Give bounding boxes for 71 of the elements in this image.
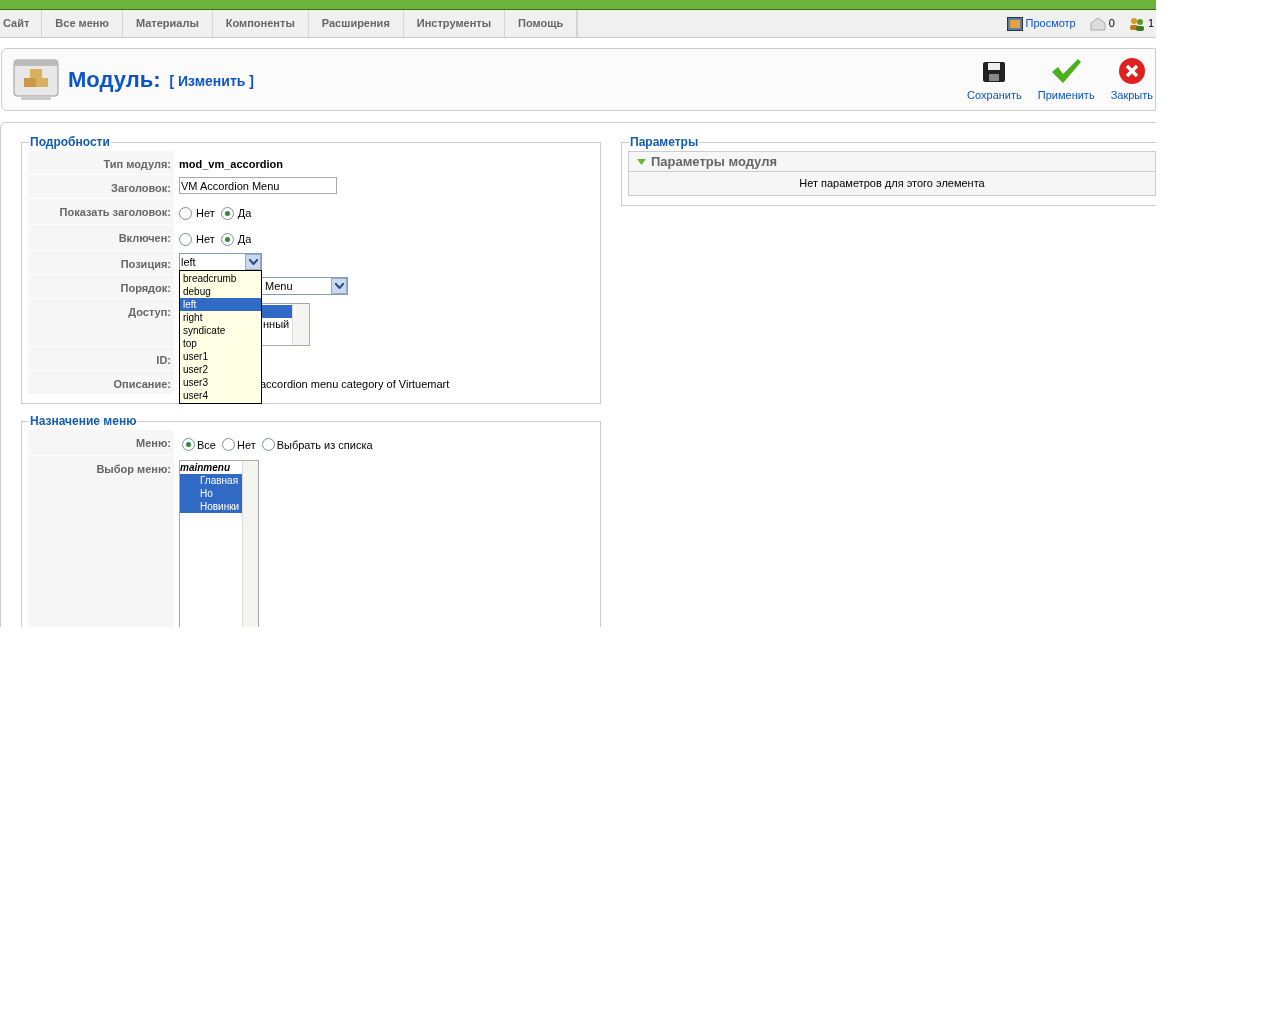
radio-label: Нет bbox=[196, 206, 215, 221]
field-label: Выбор меню: bbox=[96, 462, 171, 477]
dropdown-option[interactable]: user3 bbox=[180, 376, 261, 389]
field-label: Описание: bbox=[113, 377, 171, 392]
radio-button[interactable] bbox=[179, 232, 192, 246]
menu-item[interactable]: Компоненты bbox=[212, 10, 309, 37]
menu-item[interactable]: Помощь bbox=[505, 10, 578, 37]
dropdown-option[interactable]: top bbox=[180, 337, 261, 350]
page-title: Модуль: bbox=[68, 66, 161, 94]
dropdown-option[interactable]: right bbox=[180, 311, 261, 324]
scroll-bar[interactable] bbox=[292, 304, 309, 345]
radio-button[interactable] bbox=[220, 206, 234, 220]
section-legend: Параметры bbox=[629, 133, 700, 151]
radio-label: Все bbox=[197, 437, 216, 453]
field-label: Тип модуля: bbox=[103, 157, 171, 172]
field-label: Меню: bbox=[136, 436, 171, 451]
radio-label: Да bbox=[237, 232, 252, 247]
dropdown-option[interactable]: syndicate bbox=[180, 324, 261, 337]
toolbar-button[interactable]: Сохранить bbox=[965, 58, 1024, 110]
position-select[interactable]: left bbox=[179, 253, 262, 271]
dropdown-option[interactable]: user4 bbox=[180, 389, 261, 402]
header-link[interactable]: 1 bbox=[1147, 15, 1154, 32]
menu-item[interactable]: Расширения bbox=[308, 10, 404, 37]
picture-frame-icon bbox=[1006, 16, 1023, 31]
radio-label: Да bbox=[237, 206, 252, 221]
field-label: Порядок: bbox=[120, 281, 171, 296]
close-icon bbox=[1117, 56, 1146, 85]
radio-button[interactable] bbox=[220, 232, 234, 246]
menu-item[interactable]: Все меню bbox=[42, 10, 123, 37]
field-label: Заголовок: bbox=[111, 181, 171, 196]
radio-button[interactable] bbox=[182, 437, 195, 451]
radio-button[interactable] bbox=[221, 437, 235, 451]
toolbar-button[interactable]: Закрыть bbox=[1108, 56, 1155, 110]
listbox-option[interactable]: Новинки bbox=[180, 500, 242, 513]
field-value: mod_vm_accordion bbox=[179, 157, 283, 172]
field-label: Показать заголовок: bbox=[59, 205, 171, 220]
checkmark-icon bbox=[1050, 56, 1083, 85]
dropdown-option[interactable]: debug bbox=[180, 285, 261, 298]
menu-listbox[interactable]: mainmenu Главная Но Новинки bbox=[179, 460, 259, 627]
header-link[interactable]: Просмотр bbox=[1025, 15, 1076, 32]
section-legend: Назначение меню bbox=[29, 412, 138, 430]
scroll-bar[interactable] bbox=[242, 461, 258, 627]
listbox-group: mainmenu bbox=[180, 461, 242, 474]
toolbar-button[interactable]: Применить bbox=[1035, 56, 1097, 110]
field-value: accordion menu category of Virtuemart bbox=[260, 377, 450, 392]
users-icon bbox=[1128, 16, 1145, 31]
radio-label: Выбрать из списка bbox=[276, 437, 373, 453]
field-label: Включен: bbox=[118, 231, 171, 246]
title-field[interactable]: VM Accordion Menu bbox=[179, 177, 337, 194]
panel-header[interactable]: Параметры модуля bbox=[629, 152, 1155, 172]
page-subtitle: [ Изменить ] bbox=[169, 72, 254, 91]
field-label: ID: bbox=[156, 353, 171, 368]
menu-item[interactable]: Сайт bbox=[0, 10, 43, 37]
radio-button[interactable] bbox=[179, 206, 192, 220]
listbox-option[interactable]: Но bbox=[180, 487, 242, 500]
empty-message: Нет параметров для этого элемента bbox=[799, 176, 985, 192]
dropdown-option[interactable]: left bbox=[180, 298, 261, 311]
header-link[interactable]: 0 bbox=[1108, 15, 1115, 32]
radio-label: Нет bbox=[196, 232, 215, 247]
section-legend: Подробности bbox=[29, 133, 111, 151]
radio-button[interactable] bbox=[261, 437, 275, 451]
expand-arrow-icon bbox=[637, 158, 646, 165]
dropdown-option[interactable]: user2 bbox=[180, 363, 261, 376]
listbox-option[interactable]: Главная bbox=[180, 474, 242, 487]
menu-item[interactable]: Инструменты bbox=[403, 10, 506, 37]
menu-item[interactable]: Материалы bbox=[122, 10, 213, 37]
radio-label: Нет bbox=[236, 437, 256, 453]
field-label: Позиция: bbox=[120, 257, 171, 272]
field-label: Доступ: bbox=[128, 305, 171, 320]
module-boxes-icon bbox=[13, 58, 59, 101]
dropdown-option[interactable]: user1 bbox=[180, 350, 261, 363]
